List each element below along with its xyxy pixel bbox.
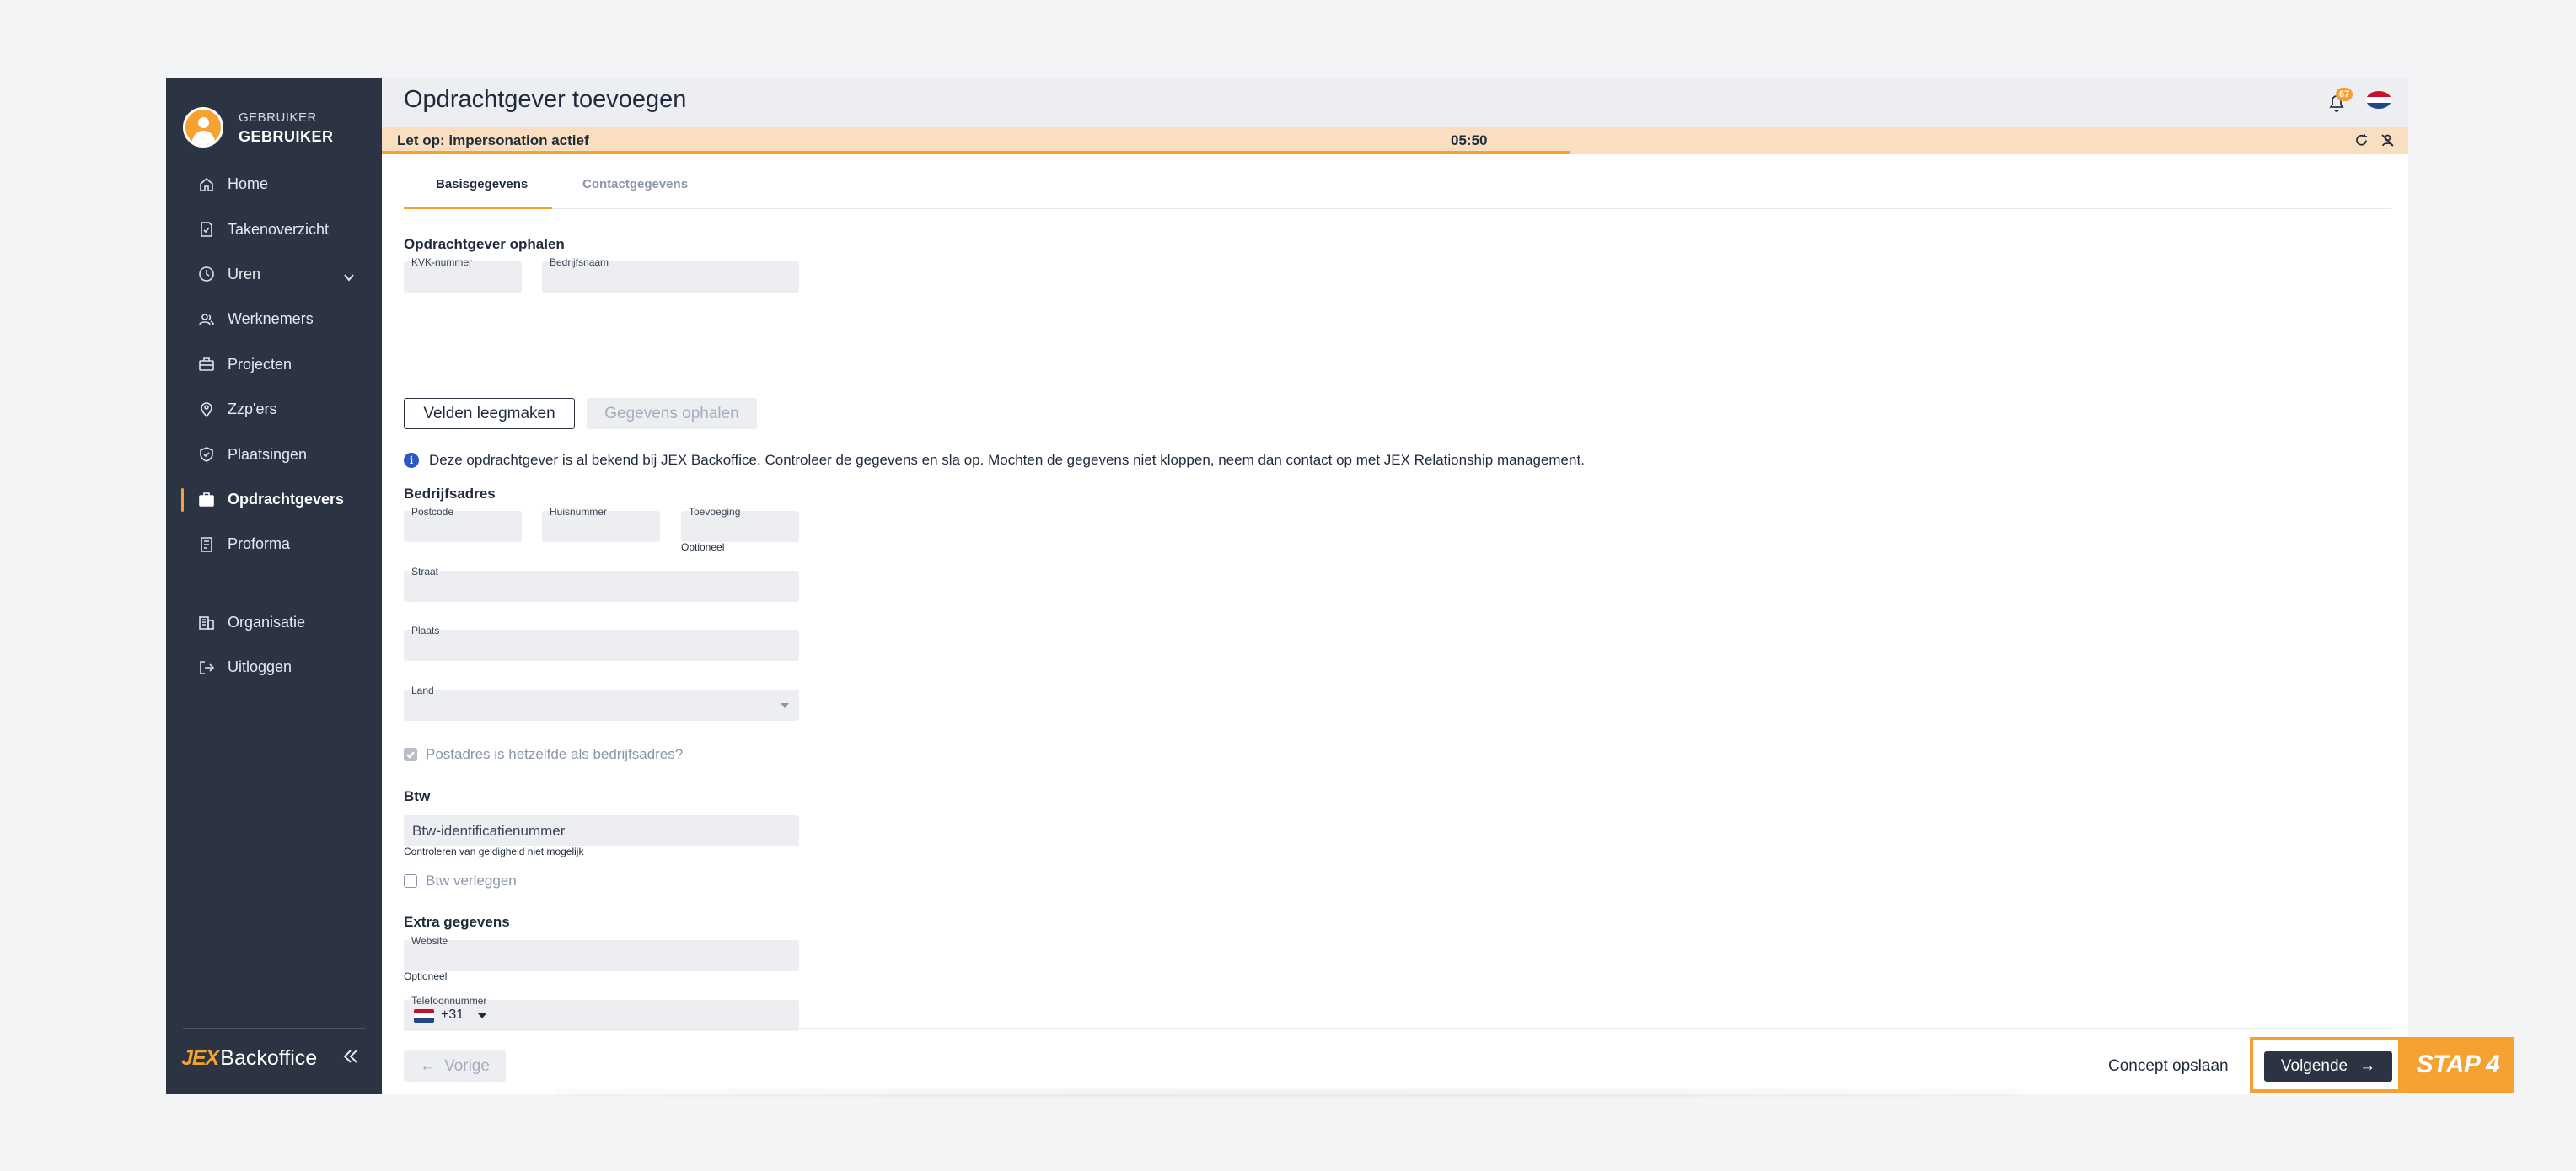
sidebar-item-takenoverzicht[interactable]: Takenoverzicht bbox=[166, 207, 382, 251]
sidebar-item-werknemers[interactable]: Werknemers bbox=[166, 297, 382, 341]
brand-logo: JEX Backoffice bbox=[181, 1046, 318, 1070]
language-flag-nl-icon[interactable] bbox=[2366, 91, 2391, 109]
vat-shift-checkbox-row[interactable]: Btw verleggen bbox=[404, 873, 517, 889]
sidebar-item-uitloggen[interactable]: Uitloggen bbox=[166, 645, 382, 690]
users-icon bbox=[198, 311, 215, 328]
city-field[interactable]: Plaats bbox=[404, 625, 799, 661]
tab-contactgegevens[interactable]: Contactgegevens bbox=[582, 177, 688, 191]
postcode-field[interactable]: Postcode bbox=[404, 506, 522, 542]
sidebar-item-plaatsingen[interactable]: Plaatsingen bbox=[166, 432, 382, 476]
sidebar-item-label: Organisatie bbox=[228, 613, 306, 631]
clear-fields-button[interactable]: Velden leegmaken bbox=[404, 398, 575, 429]
home-icon bbox=[198, 176, 215, 193]
caret-down-icon bbox=[781, 703, 789, 708]
main-content: Basisgegevens Contactgegevens Opdrachtge… bbox=[382, 154, 2408, 1094]
sidebar-item-organisatie[interactable]: Organisatie bbox=[166, 600, 382, 645]
kvk-number-field[interactable]: KVK-nummer bbox=[404, 256, 522, 293]
section-title-bedrijfsadres: Bedrijfsadres bbox=[404, 486, 496, 502]
sidebar-item-zzpers[interactable]: Zzp'ers bbox=[166, 387, 382, 432]
sidebar-nav: Home Takenoverzicht Uren Werknemers Proj… bbox=[166, 162, 382, 690]
info-icon: i bbox=[404, 453, 419, 468]
info-message: i Deze opdrachtgever is al bekend bij JE… bbox=[404, 452, 1585, 469]
shield-check-icon bbox=[198, 446, 215, 463]
vat-hint: Controleren van geldigheid niet mogelijk bbox=[404, 846, 584, 857]
sidebar-bottom-divider bbox=[183, 1028, 365, 1029]
avatar bbox=[183, 107, 223, 148]
sidebar-item-proforma[interactable]: Proforma bbox=[166, 522, 382, 567]
task-icon bbox=[198, 221, 215, 238]
app-window: GEBRUIKER GEBRUIKER Home Takenoverzicht … bbox=[166, 78, 2408, 1094]
footer-divider bbox=[404, 1028, 2391, 1029]
logout-icon bbox=[198, 659, 215, 676]
section-title-extra: Extra gegevens bbox=[404, 914, 510, 930]
postal-same-checkbox-row[interactable]: Postadres is hetzelfde als bedrijfsadres… bbox=[404, 746, 683, 763]
sidebar-item-label: Plaatsingen bbox=[228, 445, 308, 463]
addition-optional-hint: Optioneel bbox=[681, 541, 725, 553]
impersonation-banner: Let op: impersonation actief 05:50 bbox=[382, 127, 2408, 154]
user-profile[interactable]: GEBRUIKER GEBRUIKER bbox=[183, 107, 334, 148]
user-role: GEBRUIKER bbox=[239, 110, 317, 125]
clock-icon bbox=[198, 266, 215, 282]
save-draft-button[interactable]: Concept opslaan bbox=[2108, 1057, 2229, 1076]
bag-icon bbox=[198, 491, 215, 508]
sidebar-item-projecten[interactable]: Projecten bbox=[166, 342, 382, 387]
caret-down-icon[interactable] bbox=[478, 1013, 486, 1018]
collapse-sidebar-icon[interactable] bbox=[341, 1047, 360, 1066]
previous-button[interactable]: ← Vorige bbox=[404, 1050, 506, 1082]
sidebar-item-label: Takenoverzicht bbox=[228, 220, 330, 238]
active-tab-indicator bbox=[404, 207, 552, 209]
addition-field[interactable]: Toevoeging bbox=[681, 506, 799, 542]
country-select[interactable]: Land bbox=[404, 685, 799, 721]
sidebar-item-label: Werknemers bbox=[228, 310, 314, 328]
postal-same-label: Postadres is hetzelfde als bedrijfsadres… bbox=[426, 746, 684, 762]
street-field[interactable]: Straat bbox=[404, 566, 799, 602]
sidebar-item-label: Proforma bbox=[228, 535, 291, 553]
vat-number-field[interactable]: Btw-identificatienummer bbox=[404, 815, 799, 846]
step-highlight-frame bbox=[2250, 1037, 2402, 1093]
phone-country-code[interactable]: +31 bbox=[441, 1007, 464, 1023]
notifications-button[interactable]: 67 bbox=[2327, 88, 2353, 112]
section-title-ophalen: Opdrachtgever ophalen bbox=[404, 236, 565, 252]
website-field[interactable]: Website bbox=[404, 935, 799, 971]
page-title: Opdrachtgever toevoegen bbox=[404, 86, 687, 113]
chevron-down-icon[interactable] bbox=[343, 270, 355, 282]
vat-shift-checkbox[interactable] bbox=[404, 874, 417, 888]
vat-shift-label: Btw verleggen bbox=[426, 873, 517, 889]
postal-same-checkbox[interactable] bbox=[404, 748, 417, 761]
building-icon bbox=[198, 614, 215, 631]
receipt-icon bbox=[198, 536, 215, 553]
flag-nl-icon[interactable] bbox=[414, 1009, 434, 1023]
user-name: GEBRUIKER bbox=[239, 128, 334, 145]
sidebar-item-opdrachtgevers[interactable]: Opdrachtgevers bbox=[166, 477, 382, 522]
step-label: STAP 4 bbox=[2402, 1037, 2514, 1093]
website-optional-hint: Optioneel bbox=[404, 970, 448, 982]
sidebar-item-label: Home bbox=[228, 175, 269, 193]
sidebar-item-uren[interactable]: Uren bbox=[166, 252, 382, 297]
info-text: Deze opdrachtgever is al bekend bij JEX … bbox=[429, 452, 1585, 468]
tab-bar: Basisgegevens Contactgegevens bbox=[404, 154, 2391, 209]
bottom-shadow bbox=[556, 1088, 2023, 1098]
stop-impersonation-icon[interactable] bbox=[2380, 133, 2395, 148]
sidebar-item-label: Uitloggen bbox=[228, 658, 292, 676]
impersonation-text: Let op: impersonation actief bbox=[397, 132, 589, 148]
phone-field[interactable]: Telefoonnummer +31 bbox=[404, 995, 799, 1031]
sidebar-item-label: Opdrachtgevers bbox=[228, 490, 345, 508]
sidebar-item-label: Uren bbox=[228, 265, 261, 282]
housenumber-field[interactable]: Huisnummer bbox=[542, 506, 660, 542]
arrow-left-icon: ← bbox=[420, 1056, 437, 1075]
sidebar: GEBRUIKER GEBRUIKER Home Takenoverzicht … bbox=[166, 78, 382, 1094]
top-header: Opdrachtgever toevoegen 67 bbox=[382, 78, 2408, 127]
location-person-icon bbox=[198, 401, 215, 418]
refresh-icon[interactable] bbox=[2354, 133, 2369, 148]
tab-basisgegevens[interactable]: Basisgegevens bbox=[436, 177, 528, 191]
impersonation-timer: 05:50 bbox=[1451, 132, 1488, 148]
briefcase-icon bbox=[198, 356, 215, 373]
section-title-btw: Btw bbox=[404, 788, 431, 804]
sidebar-item-label: Projecten bbox=[228, 355, 292, 373]
fetch-data-button[interactable]: Gegevens ophalen bbox=[587, 398, 757, 429]
notification-count-badge: 67 bbox=[2336, 88, 2353, 101]
sidebar-item-home[interactable]: Home bbox=[166, 162, 382, 207]
company-name-field[interactable]: Bedrijfsnaam bbox=[542, 256, 799, 293]
sidebar-item-label: Zzp'ers bbox=[228, 400, 277, 418]
